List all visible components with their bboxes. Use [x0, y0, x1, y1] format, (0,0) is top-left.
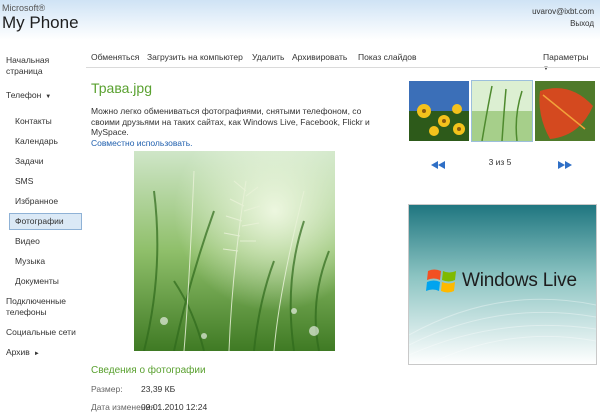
photo-counter: 3 из 5	[488, 157, 512, 167]
sidebar-item-documents[interactable]: Документы	[0, 274, 84, 289]
thumbnail-image	[535, 81, 595, 141]
caret-right-icon: ►	[33, 351, 40, 357]
thumbnail-image	[409, 81, 469, 141]
windows-logo-icon	[426, 269, 456, 293]
logout-link[interactable]: Выход	[532, 18, 594, 30]
sidebar-item-phone[interactable]: Телефон ▼	[0, 88, 84, 105]
user-panel: uvarov@ixbt.com Выход	[532, 6, 594, 29]
sidebar-item-favorites[interactable]: Избранное	[0, 194, 84, 209]
options-label: Параметры	[543, 52, 589, 62]
brand-microsoft: Microsoft®	[2, 3, 46, 13]
size-value: 23,39 КБ	[141, 384, 176, 394]
sidebar-item-connected-phones[interactable]: Подключенные телефоны	[0, 294, 84, 320]
main-photo[interactable]	[134, 151, 335, 351]
app-logo[interactable]: Microsoft® My Phone	[2, 3, 79, 32]
sidebar-item-label: Архив	[6, 347, 30, 357]
share-link[interactable]: Совместно использовать.	[91, 138, 391, 149]
next-arrow-icon[interactable]	[558, 156, 572, 174]
header-bar: Microsoft® My Phone uvarov@ixbt.com Выхо…	[0, 0, 600, 40]
caret-down-icon: ▼	[45, 94, 52, 100]
download-button[interactable]: Загрузить на компьютер	[147, 52, 243, 62]
thumbnail-grass-selected[interactable]	[471, 80, 533, 142]
previous-arrow-icon[interactable]	[431, 156, 445, 174]
photo-details-heading: Сведения о фотографии	[91, 365, 206, 376]
sidebar-item-sms[interactable]: SMS	[0, 174, 84, 189]
thumbnail-flowers[interactable]	[409, 81, 469, 141]
sidebar-item-contacts[interactable]: Контакты	[0, 114, 84, 129]
grass-photo-image	[134, 151, 335, 351]
archive-button[interactable]: Архивировать	[292, 52, 347, 62]
sidebar-item-photos[interactable]: Фотографии	[9, 213, 82, 230]
delete-button[interactable]: Удалить	[252, 52, 284, 62]
thumbnail-image	[472, 81, 532, 141]
sidebar-item-archive[interactable]: Архив ►	[0, 345, 84, 362]
sidebar-item-video[interactable]: Видео	[0, 234, 84, 249]
size-label: Размер:	[91, 384, 123, 394]
sidebar-item-tasks[interactable]: Задачи	[0, 154, 84, 169]
sidebar-item-social[interactable]: Социальные сети	[0, 325, 84, 340]
photo-title: Трава.jpg	[91, 80, 152, 96]
slideshow-button[interactable]: Показ слайдов	[358, 52, 417, 62]
sidebar-item-music[interactable]: Музыка	[0, 254, 84, 269]
brand-my-phone: My Phone	[2, 13, 79, 32]
thumbnail-leaf[interactable]	[535, 81, 595, 141]
ad-text: Windows Live	[462, 270, 577, 291]
photo-description: Можно легко обмениваться фотографиями, с…	[91, 106, 391, 148]
toolbar: Обменяться Загрузить на компьютер Удалит…	[91, 52, 596, 72]
sidebar-item-label: Телефон	[6, 90, 42, 100]
share-button[interactable]: Обменяться	[91, 52, 139, 62]
user-email: uvarov@ixbt.com	[532, 7, 594, 16]
windows-live-ad[interactable]: Windows Live	[408, 204, 597, 365]
toolbar-divider	[86, 67, 600, 68]
description-text: Можно легко обмениваться фотографиями, с…	[91, 106, 370, 137]
sidebar: Начальная страница Телефон ▼ Контакты Кал…	[0, 53, 84, 362]
sidebar-item-home[interactable]: Начальная страница	[0, 53, 84, 79]
date-value: 09.01.2010 12:24	[141, 402, 208, 412]
sidebar-item-calendar[interactable]: Календарь	[0, 134, 84, 149]
options-menu[interactable]: Параметры ▼	[543, 52, 596, 72]
